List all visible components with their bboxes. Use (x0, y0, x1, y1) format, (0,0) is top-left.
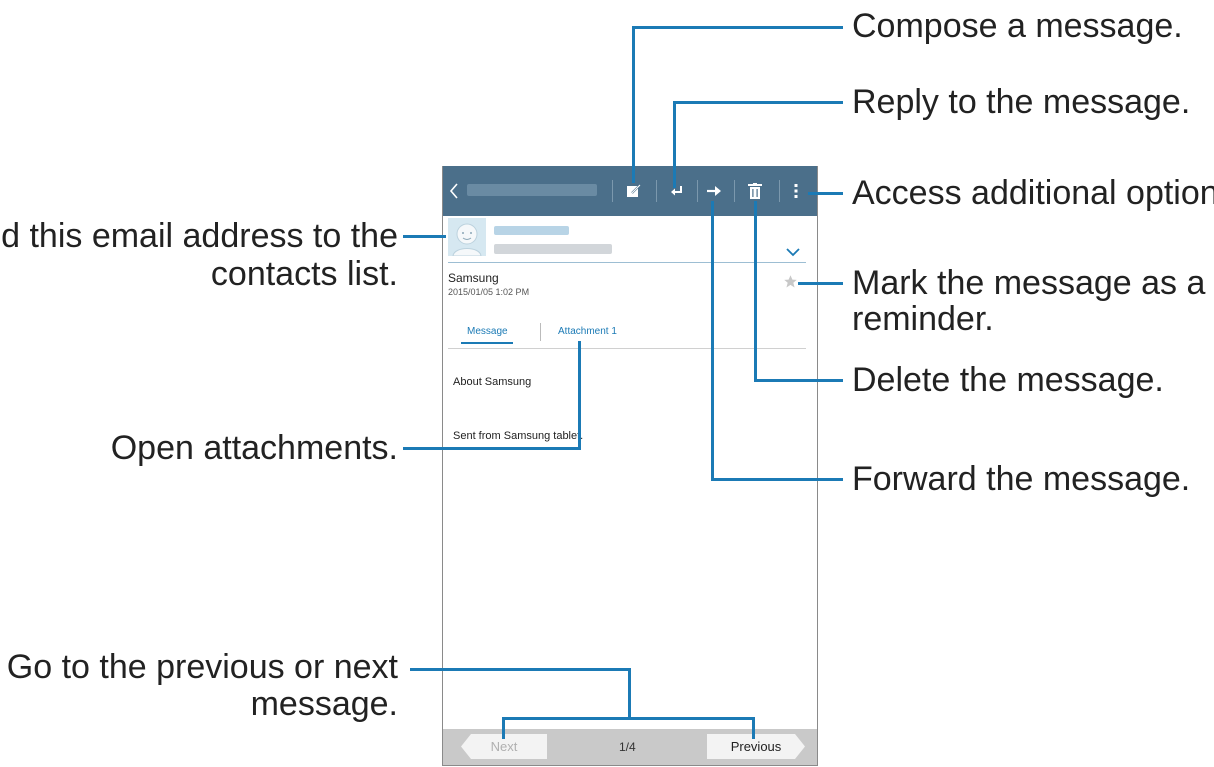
tab-attachment[interactable]: Attachment 1 (558, 326, 617, 337)
bottom-navigation-bar: Next 1/4 Previous (443, 729, 817, 765)
callout-line-reply (673, 101, 843, 104)
avatar-icon[interactable] (448, 218, 486, 257)
page-indicator: 1/4 (619, 740, 636, 754)
callout-line-prev-next (628, 668, 631, 720)
callout-line-reply (673, 102, 676, 188)
message-datetime: 2015/01/05 1:02 PM (448, 287, 530, 297)
callout-line-delete (754, 379, 843, 382)
callout-line-prev-next (410, 668, 631, 671)
callout-line-prev-next (502, 717, 755, 720)
callout-line-compose (632, 26, 843, 29)
forward-icon[interactable] (701, 166, 727, 216)
callout-line-attachments (578, 341, 581, 449)
callout-attachments: Open attachments. (110, 429, 398, 467)
divider (779, 180, 780, 202)
callout-line-prev-next (752, 717, 755, 739)
action-bar (443, 166, 817, 216)
callout-line-compose (632, 27, 635, 183)
callout-reply: Reply to the message. (852, 83, 1191, 121)
more-options-icon[interactable] (785, 166, 807, 216)
callout-reminder: Mark the message as a (852, 264, 1206, 302)
divider (448, 262, 806, 263)
blurred-title (467, 184, 597, 196)
callout-forward: Forward the message. (852, 460, 1191, 498)
callout-line-prev-next (502, 717, 505, 739)
callout-prev-next: message. (250, 685, 398, 723)
sender-header (443, 216, 817, 268)
callout-line-delete (754, 201, 757, 381)
callout-add-contact: contacts list. (210, 255, 398, 293)
callout-add-contact: Add this email address to the (0, 217, 398, 255)
back-icon[interactable] (445, 166, 463, 216)
previous-button[interactable]: Previous (707, 734, 805, 759)
message-subject: Samsung (448, 271, 499, 285)
callout-line-attachments (403, 447, 581, 450)
divider (612, 180, 613, 202)
divider (734, 180, 735, 202)
callout-line-add-contact (403, 235, 446, 238)
divider (448, 348, 806, 349)
callout-line-forward (711, 478, 843, 481)
callout-options: Access additional options. (852, 174, 1214, 212)
callout-prev-next: Go to the previous or next (6, 648, 398, 686)
divider (697, 180, 698, 202)
callout-line-forward (711, 201, 714, 480)
callout-delete: Delete the message. (852, 361, 1164, 399)
tab-message[interactable]: Message (467, 326, 508, 337)
blurred-sender-name (494, 226, 569, 235)
expand-chevron-icon[interactable] (786, 244, 800, 262)
star-icon[interactable] (783, 274, 798, 294)
divider (656, 180, 657, 202)
blurred-sender-email (494, 244, 612, 254)
callout-line-reminder (798, 282, 843, 285)
callout-line-options (808, 192, 843, 195)
active-tab-indicator (461, 342, 513, 344)
message-body-line: About Samsung (453, 376, 532, 388)
message-body-line: Sent from Samsung tablet. (453, 430, 584, 442)
callout-reminder: reminder. (852, 300, 994, 338)
callout-compose: Compose a message. (852, 7, 1183, 45)
tab-divider (540, 323, 541, 341)
reply-icon[interactable] (663, 166, 689, 216)
